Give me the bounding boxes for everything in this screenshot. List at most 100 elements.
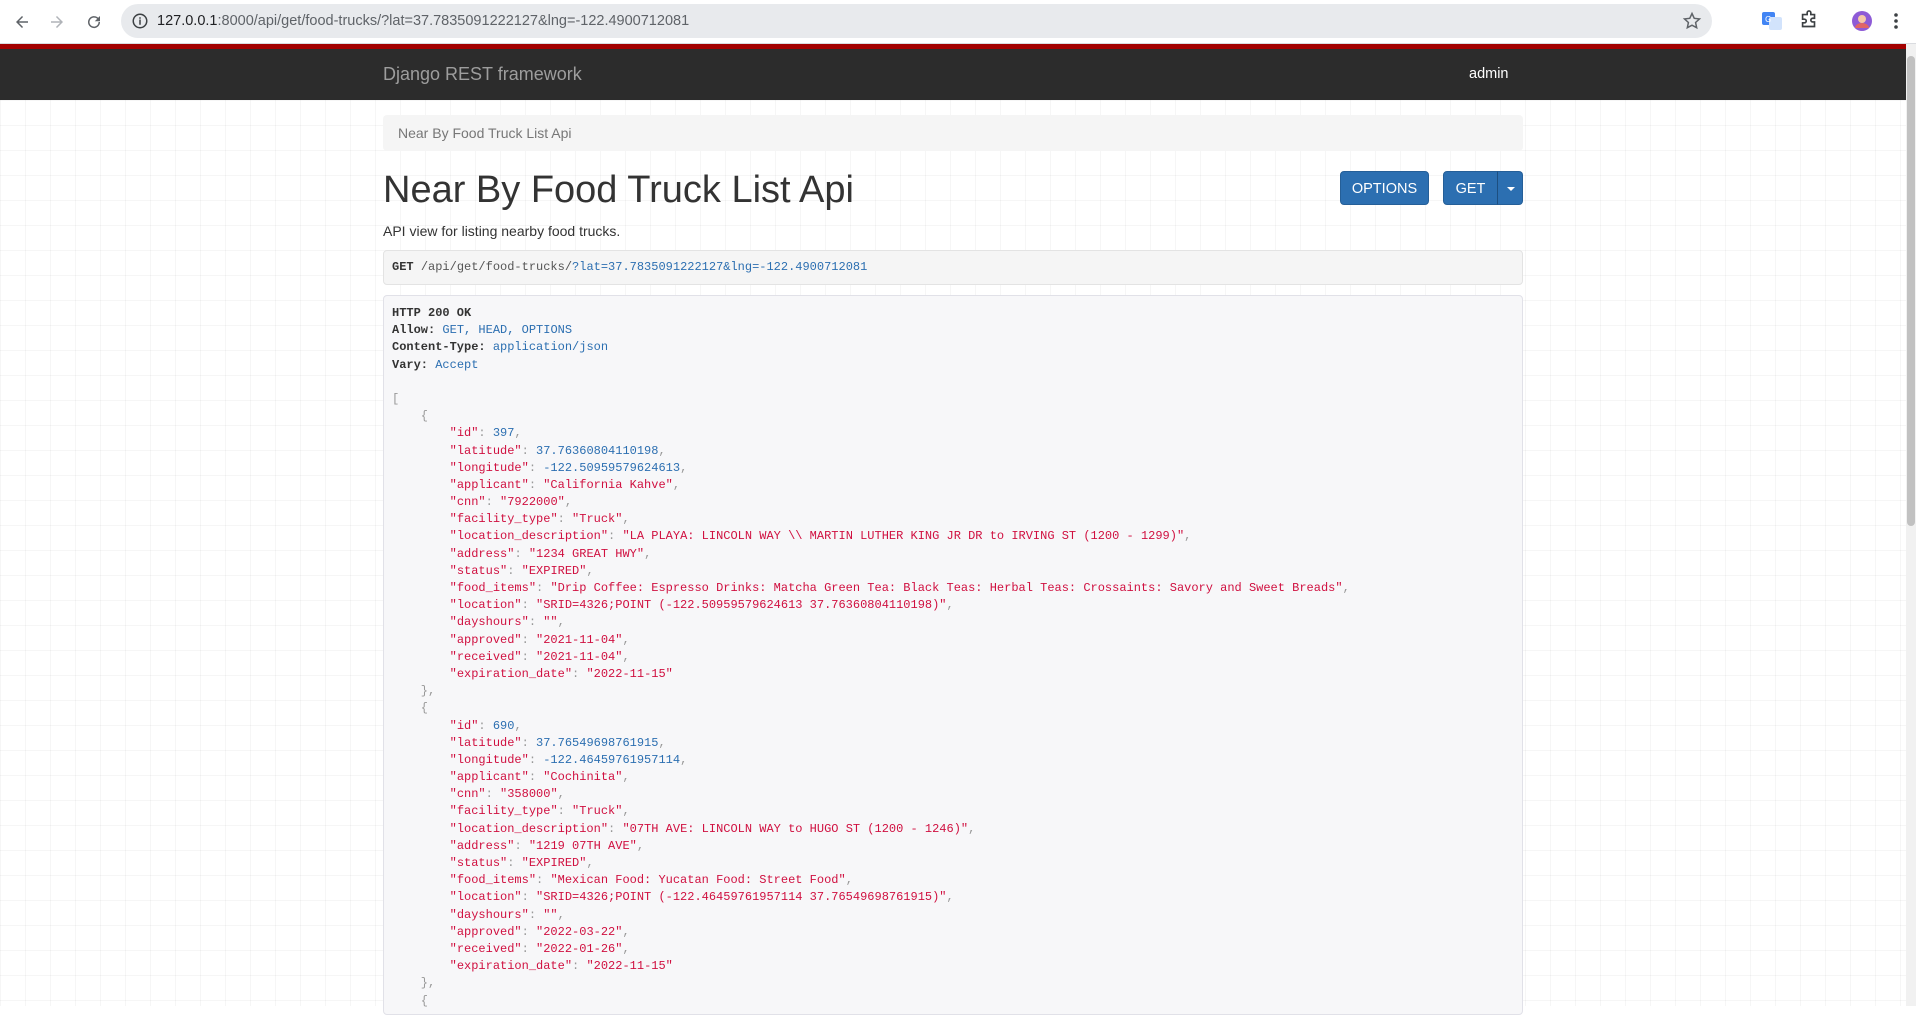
back-arrow-icon[interactable]	[8, 8, 36, 36]
url-path: :8000/api/get/food-trucks/?lat=37.783509…	[217, 13, 690, 29]
json-key: longitude	[456, 460, 522, 475]
json-field: "location_description": "07TH AVE: LINCO…	[449, 821, 976, 836]
json-key: location_description	[456, 529, 601, 544]
json-field: "approved": "2022-03-22",	[449, 924, 630, 939]
reload-icon[interactable]	[80, 8, 108, 36]
json-punctuation: {	[392, 993, 429, 1008]
response-header: Content-Type: application/json	[392, 339, 1514, 356]
json-key: expiration_date	[456, 666, 565, 681]
get-button[interactable]: GET	[1443, 171, 1498, 205]
bookmark-star-icon[interactable]	[1682, 11, 1702, 31]
page-scrollbar-thumb[interactable]	[1907, 56, 1915, 526]
json-key: food_items	[456, 581, 529, 595]
json-value: "California Kahve"	[543, 477, 673, 492]
breadcrumb-item-active: Near By Food Truck List Api	[398, 125, 572, 141]
json-field: "status": "EXPIRED",	[449, 856, 594, 870]
request-path: /api/get/food-trucks/	[420, 260, 573, 274]
json-value: "358000"	[500, 787, 558, 802]
json-key: cnn	[456, 495, 479, 510]
json-value: ""	[543, 615, 558, 630]
address-bar[interactable]: 127.0.0.1:8000/api/get/food-trucks/?lat=…	[121, 4, 1712, 38]
json-field: "dayshours": "",	[449, 615, 565, 630]
json-punctuation: },	[392, 976, 436, 991]
site-info-icon[interactable]	[131, 12, 149, 30]
json-punctuation: {	[392, 701, 429, 716]
json-key: facility_type	[456, 512, 551, 527]
json-field: "facility_type": "Truck",	[449, 804, 630, 819]
json-value: "2021-11-04"	[536, 649, 623, 664]
json-field: "id": 397,	[449, 426, 522, 441]
response-header-value: application/json	[492, 340, 609, 355]
json-key: status	[456, 563, 501, 578]
json-value: ""	[543, 907, 558, 922]
json-field: "cnn": "358000",	[449, 787, 565, 802]
response-header-value: GET, HEAD, OPTIONS	[442, 323, 573, 338]
url-text[interactable]: 127.0.0.1:8000/api/get/food-trucks/?lat=…	[157, 4, 689, 38]
json-value: "EXPIRED"	[521, 563, 587, 578]
json-key: applicant	[456, 770, 522, 785]
json-field: "location_description": "LA PLAYA: LINCO…	[449, 529, 1192, 544]
json-value: "Truck"	[572, 512, 623, 527]
json-key: expiration_date	[456, 959, 565, 974]
response-header-value: Accept	[435, 357, 479, 372]
request-info: GET /api/get/food-trucks/?lat=37.7835091…	[383, 250, 1523, 285]
json-field: "latitude": 37.76360804110198,	[449, 443, 666, 458]
json-value: "LA PLAYA: LINCOLN WAY \\ MARTIN LUTHER …	[622, 529, 1185, 544]
json-value: "1234 GREAT HWY"	[528, 546, 645, 561]
json-key: status	[456, 856, 501, 870]
request-query: ?lat=37.7835091222127&lng=-122.490071208…	[572, 260, 868, 274]
view-description: API view for listing nearby food trucks.	[383, 223, 621, 239]
options-button[interactable]: OPTIONS	[1340, 171, 1429, 205]
json-field: "facility_type": "Truck",	[449, 512, 630, 527]
profile-avatar[interactable]	[1851, 10, 1873, 32]
json-field: "food_items": "Drip Coffee: Espresso Dri…	[449, 581, 1350, 595]
json-field: "latitude": 37.76549698761915,	[449, 735, 666, 750]
json-field: "longitude": -122.46459761957114,	[449, 752, 688, 767]
json-key: received	[456, 941, 515, 956]
json-value: "7922000"	[500, 495, 565, 510]
json-key: location	[456, 598, 515, 613]
response-header-key: Vary:	[392, 357, 429, 372]
json-field: "location": "SRID=4326;POINT (-122.50959…	[449, 598, 954, 613]
get-format-dropdown-caret[interactable]	[1497, 171, 1523, 205]
translate-extension-icon[interactable]: G	[1761, 10, 1783, 32]
json-field: "address": "1219 07TH AVE",	[449, 838, 645, 853]
json-key: cnn	[456, 787, 479, 802]
json-key: approved	[456, 924, 515, 939]
json-value: "EXPIRED"	[521, 856, 587, 870]
json-value: 37.76549698761915	[536, 735, 659, 750]
json-key: latitude	[456, 735, 515, 750]
json-field: "food_items": "Mexican Food: Yucatan Foo…	[449, 873, 853, 888]
breadcrumb: Near By Food Truck List Api	[383, 115, 1523, 151]
json-key: id	[456, 718, 472, 733]
browser-toolbar: 127.0.0.1:8000/api/get/food-trucks/?lat=…	[0, 0, 1916, 44]
json-value: "Drip Coffee: Espresso Drinks: Matcha Gr…	[550, 581, 1343, 595]
json-value: "2021-11-04"	[536, 632, 623, 647]
json-value: -122.46459761957114	[543, 752, 681, 767]
json-field: "applicant": "California Kahve",	[449, 477, 681, 492]
json-field: "expiration_date": "2022-11-15"	[449, 666, 673, 681]
json-value: "2022-11-15"	[586, 959, 673, 974]
navbar-user-menu[interactable]: admin	[1469, 49, 1509, 100]
extensions-puzzle-icon[interactable]	[1798, 10, 1820, 32]
json-value: "2022-11-15"	[586, 666, 673, 681]
json-value: "Cochinita"	[543, 770, 623, 785]
json-value: "SRID=4326;POINT (-122.46459761957114 37…	[536, 890, 947, 905]
json-key: received	[456, 649, 515, 664]
json-punctuation: },	[392, 684, 436, 699]
response-header-key: Content-Type:	[392, 340, 486, 355]
json-value: "07TH AVE: LINCOLN WAY to HUGO ST (1200 …	[622, 821, 969, 836]
json-key: food_items	[456, 873, 529, 888]
json-value: -122.50959579624613	[543, 460, 681, 475]
json-value: 690	[492, 718, 515, 733]
response-header: Allow: GET, HEAD, OPTIONS	[392, 322, 1514, 339]
browser-menu-icon[interactable]	[1885, 10, 1907, 32]
json-value: "SRID=4326;POINT (-122.50959579624613 37…	[536, 598, 947, 613]
forward-arrow-icon[interactable]	[43, 8, 71, 36]
json-punctuation: {	[392, 409, 429, 424]
json-key: location_description	[456, 821, 601, 836]
json-field: "location": "SRID=4326;POINT (-122.46459…	[449, 890, 954, 905]
json-field: "applicant": "Cochinita",	[449, 770, 630, 785]
navbar-brand[interactable]: Django REST framework	[383, 49, 582, 100]
json-key: facility_type	[456, 804, 551, 819]
